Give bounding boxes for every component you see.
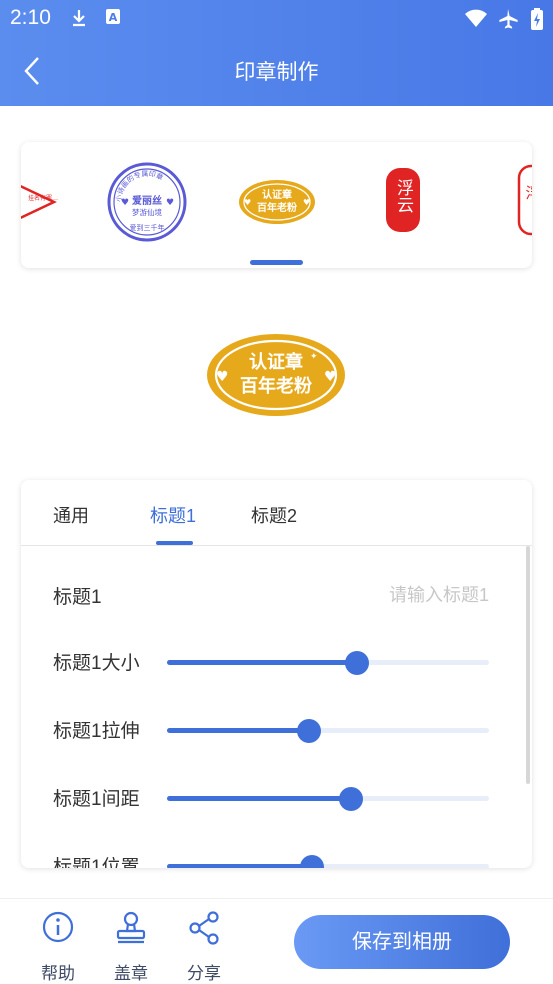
heart-icon: ♥ [216,369,229,385]
save-to-album-button[interactable]: 保存到相册 [294,915,510,969]
active-tab-indicator [156,541,193,545]
seal-template-square-red[interactable]: 浮云 [384,166,424,236]
heart-icon: ♥ [324,369,337,385]
bottom-bar: 帮助 盖章 分享 保存到相册 [0,898,553,983]
info-icon [42,911,74,943]
seal-template-round-blue[interactable]: 小诗画的专属印章 爱丽丝 梦游仙境 爱到三千年 ♥ ♥ [107,162,187,242]
stamp-button[interactable]: 盖章 [101,911,161,983]
slider-3[interactable] [167,787,489,811]
scrollbar[interactable] [526,546,530,784]
share-icon [189,911,219,945]
preview-line1: 认证章 [249,351,303,373]
battery-icon [531,8,543,30]
title-row: 印章制作 [0,44,553,96]
slider-label: 标题1间距 [53,789,140,810]
seal-template-triangle[interactable]: 挂名有罪…没有了 [21,182,58,222]
slider-2[interactable] [167,719,489,743]
status-time: 2:10 [10,6,51,29]
svg-text:A: A [109,11,118,24]
settings-panel: 通用 标题1 标题2 标题1 标题1大小标题1拉伸标题1间距标题1位置 [21,480,532,868]
seal-template-partial-red[interactable]: 浮 [517,164,532,238]
triangle-seal-text: 挂名有罪…没有了 [28,194,58,202]
square-seal-text: 浮云 [393,179,414,213]
slider-label: 标题1大小 [53,653,140,674]
round-seal-sub-text: 梦游仙境 [132,207,162,217]
oval-seal-line2: 百年老粉 [257,201,297,214]
slider-4[interactable] [167,855,489,868]
help-label: 帮助 [41,964,75,983]
carousel-indicator [250,260,303,265]
oval-seal-line1: 认证章 [262,188,292,201]
slider-label: 标题1位置 [53,857,140,868]
slider-thumb[interactable] [338,787,363,811]
tab-bar: 通用 标题1 标题2 [21,480,532,546]
wifi-icon [465,9,487,27]
heart-icon: ♥ [303,198,310,207]
tab-title2[interactable]: 标题2 [251,502,297,528]
heart-icon: ♥ [166,198,174,208]
status-bar: 2:10 A [0,0,553,36]
stamp-label: 盖章 [114,964,148,983]
slider-thumb[interactable] [296,719,321,743]
slider-1[interactable] [167,651,489,675]
slider-fill [167,796,351,801]
heart-icon: ♥ [244,198,251,207]
title1-input[interactable] [291,580,489,610]
preview-line2: 百年老粉 [240,375,312,397]
help-button[interactable]: 帮助 [28,911,88,983]
share-button[interactable]: 分享 [174,911,234,983]
seal-preview: 认证章 百年老粉 ♥ ♥ ✦ [207,334,345,416]
airplane-icon [499,9,518,29]
round-seal-bottom-text: 爱到三千年 [130,223,165,232]
download-icon [73,10,85,27]
sparkle-icon: ✦ [310,352,318,362]
stamp-icon [116,911,146,944]
seal-template-carousel[interactable]: 挂名有罪…没有了 小诗画的专属印章 爱丽丝 梦游仙境 爱到三千年 ♥ ♥ 认证章… [21,142,532,268]
translate-icon: A [106,9,120,24]
heart-icon: ♥ [121,198,129,208]
share-label: 分享 [187,964,221,983]
round-seal-main-text: 爱丽丝 [132,194,162,207]
page-title: 印章制作 [234,61,319,84]
tab-title1[interactable]: 标题1 [150,502,196,528]
slider-thumb[interactable] [344,651,369,675]
app-header: 2:10 A 印章制作 [0,0,553,106]
slider-thumb[interactable] [299,855,324,868]
slider-fill [167,728,309,733]
slider-fill [167,660,357,665]
slider-label: 标题1拉伸 [53,721,140,742]
title1-label: 标题1 [53,587,102,608]
partial-seal-text: 浮 [525,184,532,202]
seal-template-oval-gold[interactable]: 认证章 百年老粉 ♥ ♥ [237,178,317,226]
tab-general[interactable]: 通用 [53,502,89,528]
slider-fill [167,864,312,868]
